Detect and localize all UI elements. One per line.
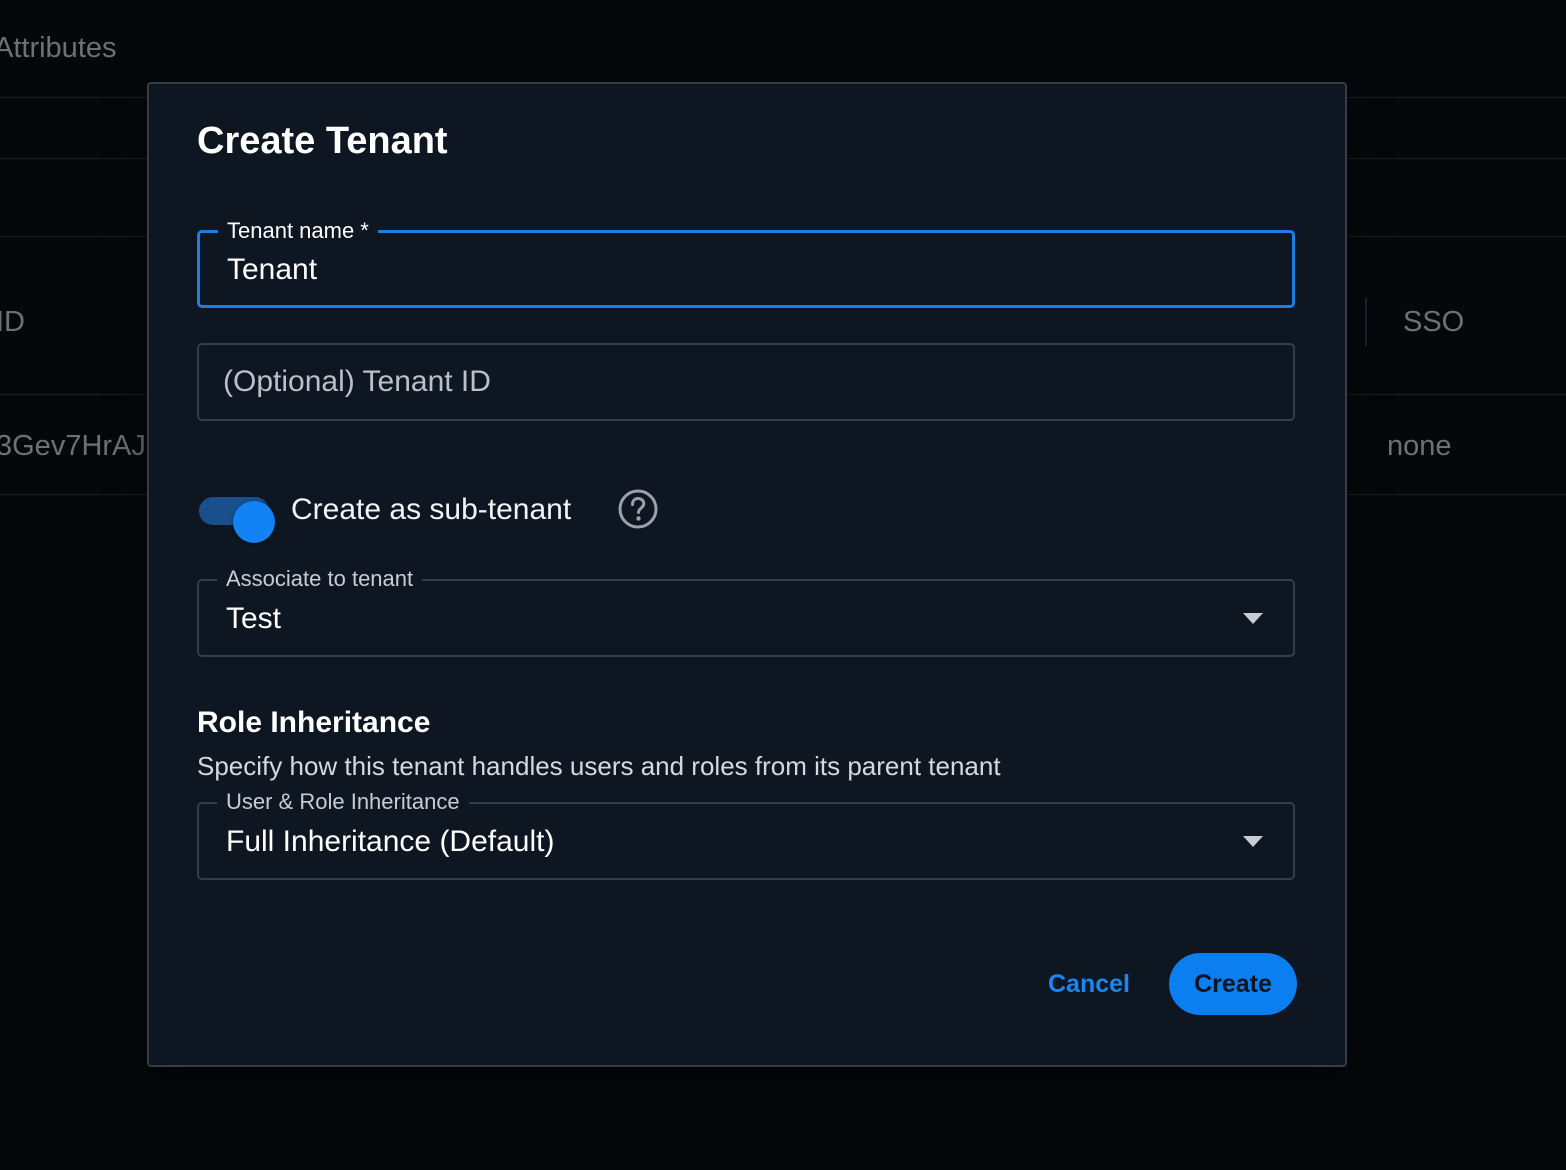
sub-tenant-toggle[interactable] bbox=[199, 497, 275, 543]
role-inheritance-select[interactable]: User & Role Inheritance Full Inheritance… bbox=[197, 788, 1295, 880]
dialog-title: Create Tenant bbox=[197, 120, 448, 162]
role-inheritance-description: Specify how this tenant handles users an… bbox=[197, 751, 1001, 781]
toggle-knob[interactable] bbox=[233, 501, 275, 543]
column-separator bbox=[1365, 298, 1367, 346]
sub-tenant-label[interactable]: Create as sub-tenant bbox=[291, 493, 571, 527]
associate-tenant-select[interactable]: Associate to tenant Test bbox=[197, 565, 1295, 657]
role-inheritance-title: Role Inheritance bbox=[197, 706, 431, 739]
chevron-down-icon[interactable] bbox=[1243, 836, 1263, 847]
create-tenant-dialog: Create Tenant Tenant name * Tenant Creat… bbox=[147, 82, 1347, 1067]
role-inheritance-label: User & Role Inheritance bbox=[217, 788, 469, 816]
tenant-id-input[interactable] bbox=[223, 345, 1223, 419]
cancel-button[interactable]: Cancel bbox=[1034, 953, 1144, 1015]
tab-attributes[interactable]: Attributes bbox=[0, 32, 117, 65]
associate-tenant-label: Associate to tenant bbox=[217, 565, 423, 593]
role-inheritance-value[interactable]: Full Inheritance (Default) bbox=[226, 825, 554, 859]
column-header-sso[interactable]: SSO bbox=[1403, 306, 1464, 339]
table-cell-id: 3Gev7HrAJ8 bbox=[0, 430, 163, 462]
tenant-id-field[interactable] bbox=[197, 343, 1295, 421]
table-cell-sso: none bbox=[1387, 430, 1452, 462]
question-circle-icon[interactable] bbox=[617, 488, 659, 530]
sub-tenant-toggle-row: Create as sub-tenant bbox=[197, 485, 797, 543]
tenant-name-field[interactable]: Tenant name * Tenant bbox=[197, 217, 1295, 308]
create-button[interactable]: Create bbox=[1169, 953, 1297, 1015]
chevron-down-icon[interactable] bbox=[1243, 613, 1263, 624]
associate-tenant-value[interactable]: Test bbox=[226, 602, 281, 636]
tenant-name-value[interactable]: Tenant bbox=[227, 253, 317, 287]
column-header-id[interactable]: ID bbox=[0, 306, 25, 339]
tenant-name-label: Tenant name * bbox=[218, 217, 378, 245]
